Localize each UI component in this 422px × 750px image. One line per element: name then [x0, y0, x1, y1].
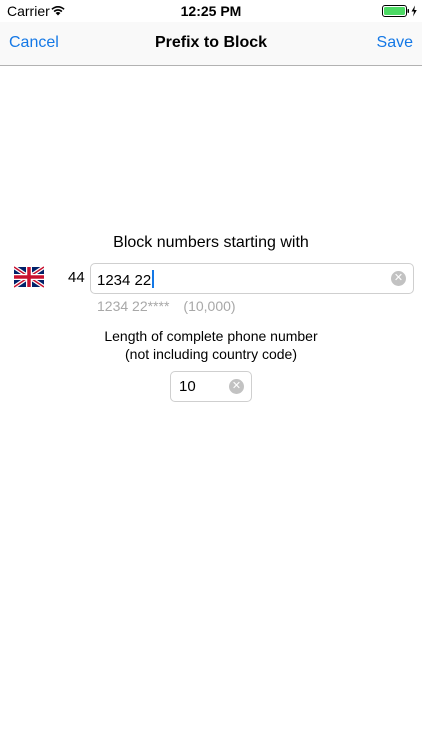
length-label-line2: (not including country code) — [125, 346, 297, 362]
text-cursor — [152, 270, 155, 288]
length-input[interactable]: 10 ✕ — [170, 371, 252, 402]
pattern-count: (10,000) — [183, 298, 236, 314]
save-button[interactable]: Save — [377, 34, 413, 52]
prefix-input-value: 1234 22 — [97, 270, 155, 289]
prefix-value-text: 1234 22 — [97, 272, 152, 289]
country-code: 44 — [68, 269, 85, 286]
status-bar: Carrier 12:25 PM — [0, 0, 422, 22]
length-label-line1: Length of complete phone number — [104, 328, 318, 344]
length-label: Length of complete phone number (not inc… — [0, 327, 422, 363]
length-input-value: 10 — [179, 378, 196, 395]
clear-length-icon[interactable]: ✕ — [229, 379, 244, 394]
pattern-preview: 1234 22**** (10,000) — [97, 298, 236, 314]
status-time: 12:25 PM — [180, 3, 242, 19]
pattern-preview-text: 1234 22**** — [97, 298, 170, 314]
prefix-input[interactable]: 1234 22 ✕ — [90, 263, 414, 294]
clear-prefix-icon[interactable]: ✕ — [391, 271, 406, 286]
block-prefix-label: Block numbers starting with — [113, 234, 309, 251]
navigation-bar: Cancel Prefix to Block Save — [0, 22, 422, 66]
battery-icon — [382, 5, 417, 17]
uk-flag-icon — [14, 266, 44, 288]
page-title: Prefix to Block — [154, 34, 268, 51]
